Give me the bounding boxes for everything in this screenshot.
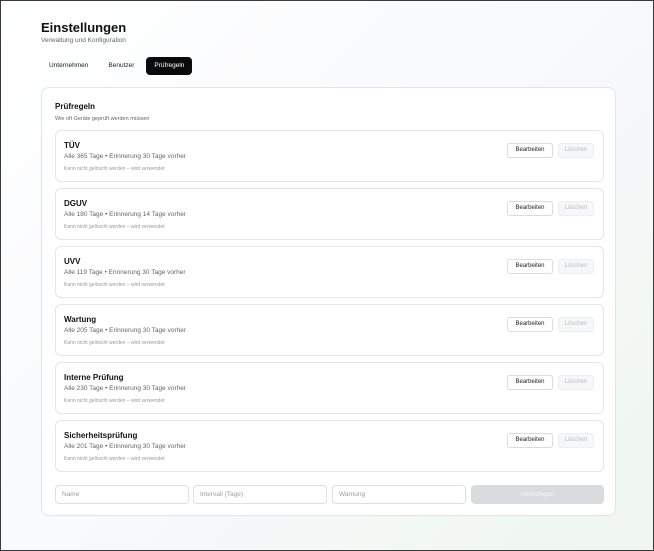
edit-button[interactable]: Bearbeiten — [507, 375, 553, 390]
rule-note: Kann nicht gelöscht werden – wird verwen… — [64, 340, 165, 346]
rule-info: Alle 201 Tage • Erinnerung 30 Tage vorhe… — [64, 443, 187, 450]
delete-button[interactable]: Löschen — [558, 143, 594, 158]
rule-name: Interne Prüfung — [64, 373, 124, 382]
rule-name: DGUV — [64, 199, 88, 208]
rule-info: Alle 365 Tage • Erinnerung 30 Tage vorhe… — [64, 153, 187, 160]
tab-benutzer[interactable]: Benutzer — [100, 57, 142, 75]
delete-button[interactable]: Löschen — [558, 259, 594, 274]
name-input[interactable]: Name — [55, 485, 189, 504]
tab-unternehmen[interactable]: Unternehmen — [41, 57, 96, 75]
rule-name: UVV — [64, 257, 81, 266]
page-subtitle: Verwaltung und Konfiguration — [41, 37, 126, 44]
rule-item: Sicherheitsprüfung Alle 201 Tage • Erinn… — [55, 420, 604, 472]
rule-item: UVV Alle 119 Tage • Erinnerung 30 Tage v… — [55, 246, 604, 298]
rule-note: Kann nicht gelöscht werden – wird verwen… — [64, 398, 165, 404]
rule-item: TÜV Alle 365 Tage • Erinnerung 30 Tage v… — [55, 130, 604, 182]
rule-name: Wartung — [64, 315, 97, 324]
edit-button[interactable]: Bearbeiten — [507, 433, 553, 448]
rule-note: Kann nicht gelöscht werden – wird verwen… — [64, 282, 165, 288]
section-title: Prüfregeln — [55, 102, 96, 111]
delete-button[interactable]: Löschen — [558, 201, 594, 216]
rule-note: Kann nicht gelöscht werden – wird verwen… — [64, 456, 165, 462]
delete-button[interactable]: Löschen — [558, 433, 594, 448]
delete-button[interactable]: Löschen — [558, 317, 594, 332]
interval-input[interactable]: Intervall (Tage) — [193, 485, 327, 504]
settings-page: Einstellungen Verwaltung und Konfigurati… — [1, 1, 653, 550]
edit-button[interactable]: Bearbeiten — [507, 259, 553, 274]
warning-input[interactable]: Warnung — [332, 485, 466, 504]
tab-bar: Unternehmen Benutzer Prüfregeln — [41, 57, 193, 75]
delete-button[interactable]: Löschen — [558, 375, 594, 390]
rule-item: DGUV Alle 180 Tage • Erinnerung 14 Tage … — [55, 188, 604, 240]
rule-item: Interne Prüfung Alle 230 Tage • Erinneru… — [55, 362, 604, 414]
rule-info: Alle 180 Tage • Erinnerung 14 Tage vorhe… — [64, 211, 187, 218]
rule-info: Alle 205 Tage • Erinnerung 30 Tage vorhe… — [64, 327, 187, 334]
rule-name: Sicherheitsprüfung — [64, 431, 138, 440]
edit-button[interactable]: Bearbeiten — [507, 317, 553, 332]
add-button[interactable]: Hinzufügen — [471, 485, 604, 504]
edit-button[interactable]: Bearbeiten — [507, 143, 553, 158]
tab-pruefregeln[interactable]: Prüfregeln — [146, 57, 193, 75]
rule-note: Kann nicht gelöscht werden – wird verwen… — [64, 224, 165, 230]
rule-name: TÜV — [64, 141, 80, 150]
page-title: Einstellungen — [41, 20, 127, 35]
rule-info: Alle 230 Tage • Erinnerung 30 Tage vorhe… — [64, 385, 187, 392]
section-subtitle: Wie oft Geräte geprüft werden müssen — [55, 116, 150, 122]
edit-button[interactable]: Bearbeiten — [507, 201, 553, 216]
rule-note: Kann nicht gelöscht werden – wird verwen… — [64, 166, 165, 172]
rule-info: Alle 119 Tage • Erinnerung 30 Tage vorhe… — [64, 269, 186, 276]
rule-item: Wartung Alle 205 Tage • Erinnerung 30 Ta… — [55, 304, 604, 356]
rules-card: Prüfregeln Wie oft Geräte geprüft werden… — [41, 87, 616, 516]
